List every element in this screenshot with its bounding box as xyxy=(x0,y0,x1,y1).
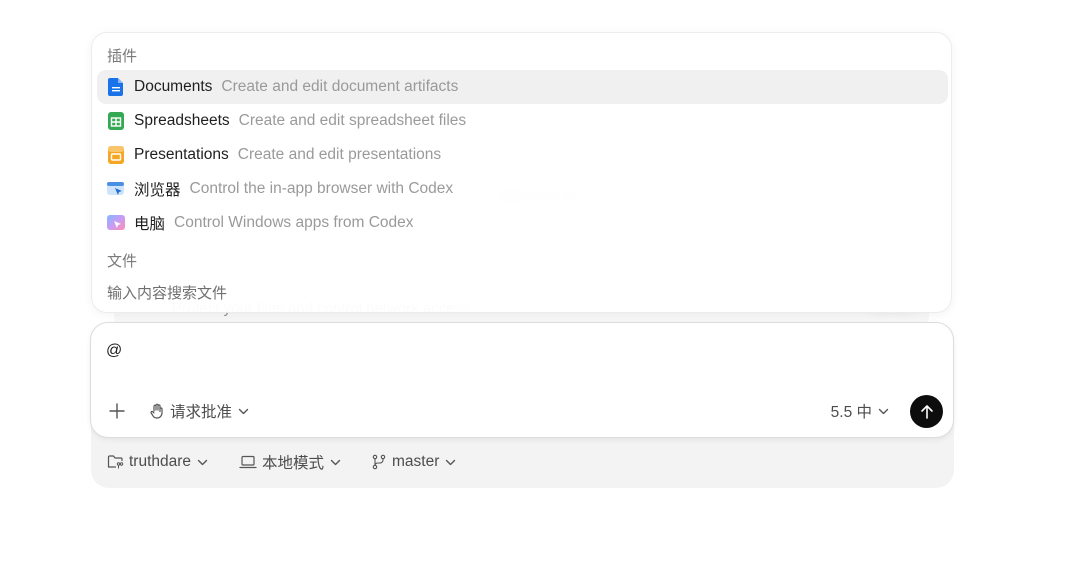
project-selector[interactable]: truthdare xyxy=(107,451,208,473)
git-branch-icon xyxy=(372,454,386,470)
menu-item-computer[interactable]: 电脑 Control Windows apps from Codex xyxy=(97,206,948,240)
app-stage: Protect your files and control network a… xyxy=(0,0,1080,573)
files-search-hint: 输入内容搜索文件 xyxy=(107,285,228,302)
project-label: truthdare xyxy=(129,453,192,470)
menu-item-name: Presentations xyxy=(134,146,229,163)
browser-icon xyxy=(106,179,126,199)
chevron-down-icon xyxy=(197,459,208,465)
menu-item-name: Spreadsheets xyxy=(134,112,230,129)
menu-item-desc: Control Windows apps from Codex xyxy=(174,214,414,231)
chevron-down-icon xyxy=(446,459,456,465)
chevron-down-icon xyxy=(330,459,341,465)
presentation-icon xyxy=(106,145,126,165)
document-icon xyxy=(106,77,126,97)
menu-item-desc: Control the in-app browser with Codex xyxy=(189,180,454,197)
branch-label: master xyxy=(392,453,440,470)
folder-branch-icon xyxy=(107,455,124,469)
mode-label: 本地模式 xyxy=(262,455,325,472)
files-section-label: 文件 xyxy=(107,253,138,270)
menu-item-documents[interactable]: Documents Create and edit document artif… xyxy=(97,70,948,104)
menu-item-desc: Create and edit spreadsheet files xyxy=(238,112,467,129)
mode-selector[interactable]: 本地模式 xyxy=(239,451,341,473)
menu-item-desc: Create and edit presentations xyxy=(237,146,442,163)
chevron-down-icon xyxy=(238,408,249,414)
chevron-down-icon xyxy=(878,408,889,414)
menu-item-name: 浏览器 xyxy=(134,182,181,199)
approval-mode-dropdown[interactable]: 请求批准 xyxy=(149,401,249,421)
composer: @ 请求批准 5.5 中 xyxy=(90,322,954,438)
composer-input[interactable]: @ xyxy=(106,342,122,360)
arrow-up-icon xyxy=(920,404,933,419)
laptop-icon xyxy=(239,455,257,469)
computer-icon xyxy=(106,213,126,233)
menu-item-name: 电脑 xyxy=(134,216,166,233)
send-button[interactable] xyxy=(910,395,943,428)
model-label: 5.5 中 xyxy=(830,404,872,421)
menu-item-browser[interactable]: 浏览器 Control the in-app browser with Code… xyxy=(97,172,948,206)
add-attachment-button[interactable] xyxy=(107,401,127,421)
plus-icon xyxy=(109,403,125,419)
menu-item-spreadsheets[interactable]: Spreadsheets Create and edit spreadsheet… xyxy=(97,104,948,138)
spreadsheet-icon xyxy=(106,111,126,131)
approval-mode-label: 请求批准 xyxy=(170,404,233,421)
menu-item-presentations[interactable]: Presentations Create and edit presentati… xyxy=(97,138,948,172)
hand-icon xyxy=(150,403,163,419)
model-selector[interactable]: 5.5 中 xyxy=(831,401,889,421)
mention-popup: 插件 Documents Create and edit document ar… xyxy=(91,32,952,313)
plugins-section-label: 插件 xyxy=(107,48,138,65)
menu-item-name: Documents xyxy=(134,78,213,95)
menu-item-desc: Create and edit document artifacts xyxy=(221,78,459,95)
branch-selector[interactable]: master xyxy=(371,451,456,473)
